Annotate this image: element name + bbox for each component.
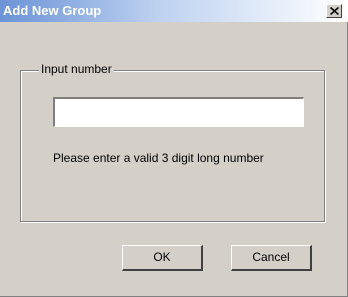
add-new-group-dialog: Add New Group Input number Please enter … — [0, 0, 348, 297]
title-bar[interactable]: Add New Group — [0, 0, 348, 22]
input-number-groupbox — [20, 70, 325, 222]
ok-button[interactable]: OK — [122, 245, 203, 271]
cancel-button[interactable]: Cancel — [231, 245, 312, 271]
close-icon — [330, 7, 339, 15]
close-button[interactable] — [326, 4, 342, 18]
groupbox-label: Input number — [39, 62, 114, 76]
dialog-title: Add New Group — [3, 3, 102, 18]
validation-hint: Please enter a valid 3 digit long number — [53, 151, 264, 165]
number-input[interactable] — [53, 97, 304, 127]
